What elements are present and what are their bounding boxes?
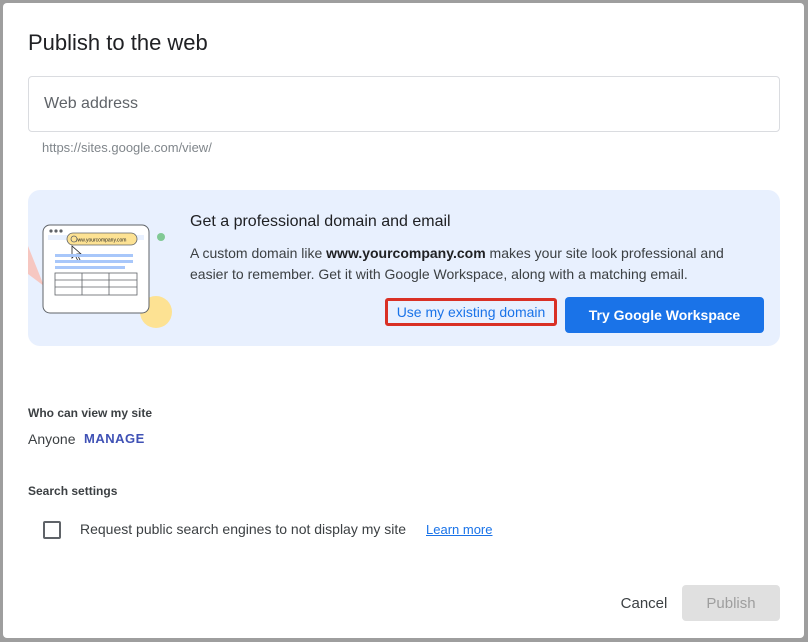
- visibility-section-label: Who can view my site: [28, 406, 153, 420]
- learn-more-link[interactable]: Learn more: [426, 522, 492, 537]
- cancel-button[interactable]: Cancel: [604, 585, 684, 621]
- illustration-url-text: www.yourcompany.com: [74, 238, 126, 244]
- publish-dialog: Publish to the web https://sites.google.…: [3, 3, 804, 638]
- web-address-input[interactable]: [29, 77, 779, 131]
- try-google-workspace-button[interactable]: Try Google Workspace: [565, 297, 764, 333]
- publish-button[interactable]: Publish: [682, 585, 780, 621]
- promo-body-domain: www.yourcompany.com: [326, 245, 486, 261]
- promo-body-prefix: A custom domain like: [190, 245, 327, 261]
- hide-from-search-label[interactable]: Request public search engines to not dis…: [80, 521, 406, 537]
- promo-body: A custom domain like www.yourcompany.com…: [190, 243, 760, 285]
- dialog-title: Publish to the web: [28, 30, 208, 55]
- web-address-field[interactable]: [28, 76, 780, 132]
- web-address-hint: https://sites.google.com/view/: [42, 140, 212, 155]
- use-existing-domain-button[interactable]: Use my existing domain: [385, 298, 557, 326]
- domain-illustration-icon: www.yourcompany.com: [28, 224, 172, 328]
- search-settings-label: Search settings: [28, 484, 118, 498]
- domain-promo-card: www.yourcompany.com Get a professional d…: [28, 190, 780, 346]
- manage-visibility-link[interactable]: MANAGE: [84, 431, 145, 446]
- promo-title: Get a professional domain and email: [190, 213, 451, 230]
- visibility-value: Anyone: [28, 431, 76, 447]
- hide-from-search-checkbox[interactable]: [43, 521, 61, 539]
